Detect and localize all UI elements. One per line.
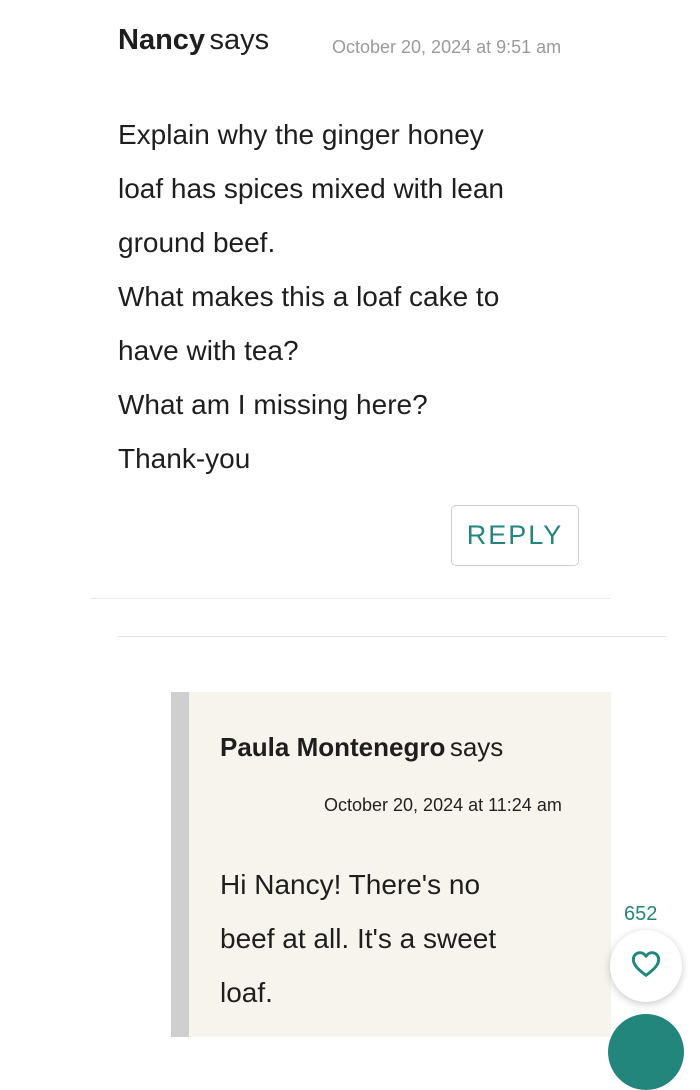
divider <box>118 636 666 637</box>
reply-timestamp[interactable]: October 20, 2024 at 11:24 am <box>324 795 562 816</box>
like-count: 652 <box>624 903 658 925</box>
comment-body-line: What am I missing here? <box>118 389 428 420</box>
comment-says-label: says <box>209 24 270 56</box>
comment-author[interactable]: Nancy <box>118 24 205 56</box>
comment-body: Explain why the ginger honey loaf has sp… <box>118 108 598 486</box>
comment-body-line: Thank-you <box>118 443 251 474</box>
comment-header: Nancy says <box>118 24 269 57</box>
heart-icon <box>629 948 663 985</box>
floating-action-button[interactable] <box>608 1014 684 1090</box>
comment-body-line: loaf has spices mixed with lean <box>118 173 504 204</box>
comment-body-line: ground beef. <box>118 227 276 258</box>
reply-body-line: loaf. <box>220 977 273 1008</box>
reply-says-label: says <box>449 732 504 762</box>
comment-body-line: What makes this a loaf cake to <box>118 281 500 312</box>
reply-header: Paula Montenegro says <box>220 732 503 763</box>
comment-timestamp[interactable]: October 20, 2024 at 9:51 am <box>332 37 561 58</box>
reply-body-line: beef at all. It's a sweet <box>220 923 497 954</box>
comment-body-line: have with tea? <box>118 335 299 366</box>
reply-body: Hi Nancy! There's no beef at all. It's a… <box>220 858 600 1020</box>
comment-body-line: Explain why the ginger honey <box>118 119 484 150</box>
divider <box>90 598 610 599</box>
like-button[interactable] <box>610 930 682 1002</box>
reply-comment: Paula Montenegro says October 20, 2024 a… <box>171 692 611 1037</box>
reply-button[interactable]: REPLY <box>451 505 579 566</box>
reply-indent-bar <box>171 692 189 1037</box>
reply-body-line: Hi Nancy! There's no <box>220 869 481 900</box>
reply-author[interactable]: Paula Montenegro <box>220 732 445 762</box>
